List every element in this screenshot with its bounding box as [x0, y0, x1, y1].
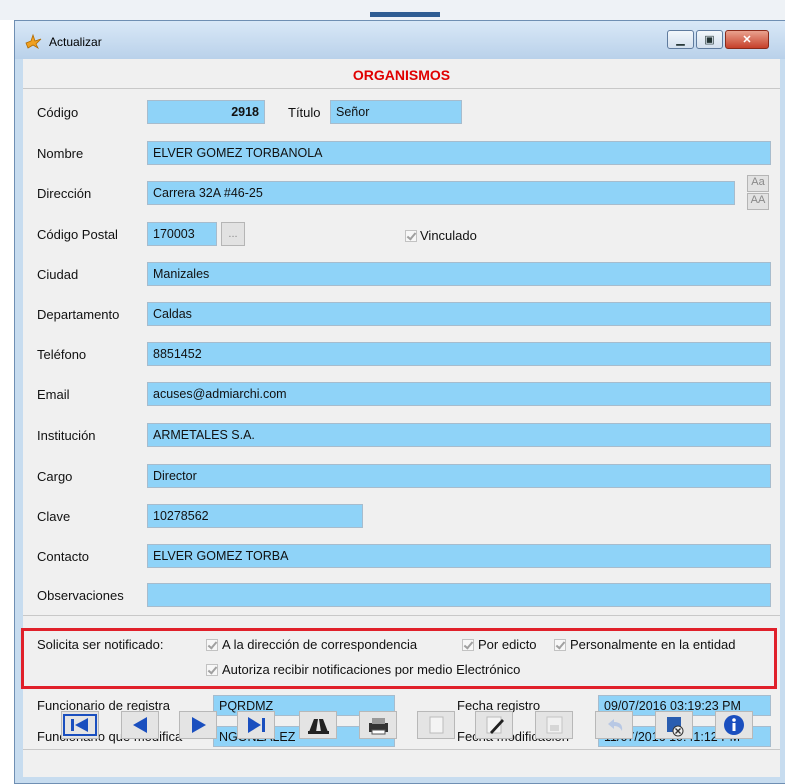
print-button[interactable] [359, 711, 397, 739]
new-document-icon [429, 716, 444, 734]
vinculado-checkbox[interactable] [405, 230, 417, 242]
notify-personal-checkbox[interactable] [554, 639, 566, 651]
next-record-icon [192, 717, 206, 733]
title-case-button[interactable]: Aa [747, 175, 769, 192]
contacto-field[interactable]: ELVER GOMEZ TORBA [147, 544, 771, 568]
last-record-button[interactable] [237, 711, 275, 739]
form-heading: ORGANISMOS [352, 67, 451, 83]
notify-personal-label: Personalmente en la entidad [570, 637, 736, 652]
print-icon [369, 718, 388, 735]
previous-record-button[interactable] [121, 711, 159, 739]
notify-electronic-label: Autoriza recibir notificaciones por medi… [222, 662, 521, 677]
clave-label: Clave [37, 509, 71, 524]
direccion-field[interactable]: Carrera 32A #46-25 [147, 181, 735, 205]
undo-icon [608, 719, 623, 731]
save-button[interactable] [535, 711, 573, 739]
minimize-button[interactable]: ▁ [667, 30, 694, 49]
codigo-label: Código [37, 105, 79, 120]
email-field[interactable]: acuses@admiarchi.com [147, 382, 771, 406]
save-icon [546, 716, 563, 734]
codigo-postal-field[interactable]: 170003 [147, 222, 217, 246]
upper-case-button[interactable]: AA [747, 193, 769, 210]
close-button[interactable]: ✕ [725, 30, 769, 49]
contacto-label: Contacto [37, 549, 90, 564]
edit-icon [486, 716, 504, 734]
background-bar [370, 12, 440, 17]
divider [23, 749, 780, 750]
notificacion-label: Solicita ser notificado: [37, 637, 164, 652]
title-bar[interactable]: Actualizar ▁ ▣ ✕ [15, 21, 785, 59]
app-icon [25, 33, 42, 49]
email-label: Email [37, 387, 70, 402]
modifica-label: Funcionario que modifica [37, 729, 183, 744]
find-button[interactable] [299, 711, 337, 739]
next-record-button[interactable] [179, 711, 217, 739]
telefono-field[interactable]: 8851452 [147, 342, 771, 366]
notify-address-label: A la dirección de correspondencia [222, 637, 418, 652]
update-window: Actualizar ▁ ▣ ✕ ORGANISMOS Código 2918 … [14, 20, 785, 784]
notify-edict-checkbox[interactable] [462, 639, 474, 651]
first-record-button[interactable] [61, 711, 99, 739]
undo-button[interactable] [595, 711, 633, 739]
new-document-button[interactable] [417, 711, 455, 739]
departamento-label: Departamento [37, 307, 120, 322]
cargo-label: Cargo [37, 469, 73, 484]
titulo-field[interactable]: Señor [330, 100, 462, 124]
form-area: ORGANISMOS Código 2918 Título Señor Nomb… [21, 59, 780, 777]
direccion-label: Dirección [37, 186, 92, 201]
ciudad-label: Ciudad [37, 267, 79, 282]
codigo-postal-label: Código Postal [37, 227, 118, 242]
codigo-field[interactable]: 2918 [147, 100, 265, 124]
postal-lookup-button[interactable]: ... [221, 222, 245, 246]
info-icon [724, 715, 744, 735]
divider [23, 615, 780, 616]
divider [23, 88, 780, 89]
first-record-icon [63, 714, 97, 736]
observaciones-field[interactable] [147, 583, 771, 607]
nombre-field[interactable]: ELVER GOMEZ TORBANOLA [147, 141, 771, 165]
info-button[interactable] [715, 711, 753, 739]
institucion-label: Institución [37, 428, 96, 443]
notify-edict-label: Por edicto [478, 637, 537, 652]
telefono-label: Teléfono [37, 347, 87, 362]
background-strip [0, 0, 785, 20]
vinculado-label: Vinculado [420, 228, 477, 243]
cargo-field[interactable]: Director [147, 464, 771, 488]
delete-button[interactable] [655, 711, 693, 739]
notify-address-checkbox[interactable] [206, 639, 218, 651]
delete-icon [667, 717, 684, 737]
notify-electronic-checkbox[interactable] [206, 664, 218, 676]
observaciones-label: Observaciones [37, 588, 124, 603]
departamento-field[interactable]: Caldas [147, 302, 771, 326]
find-icon [308, 719, 329, 734]
nombre-label: Nombre [37, 146, 84, 161]
edit-button[interactable] [475, 711, 513, 739]
institucion-field[interactable]: ARMETALES S.A. [147, 423, 771, 447]
maximize-button[interactable]: ▣ [696, 30, 723, 49]
titulo-label: Título [288, 105, 321, 120]
previous-record-icon [133, 717, 147, 733]
clave-field[interactable]: 10278562 [147, 504, 363, 528]
last-record-icon [248, 717, 265, 733]
window-title: Actualizar [49, 35, 102, 49]
ciudad-field[interactable]: Manizales [147, 262, 771, 286]
